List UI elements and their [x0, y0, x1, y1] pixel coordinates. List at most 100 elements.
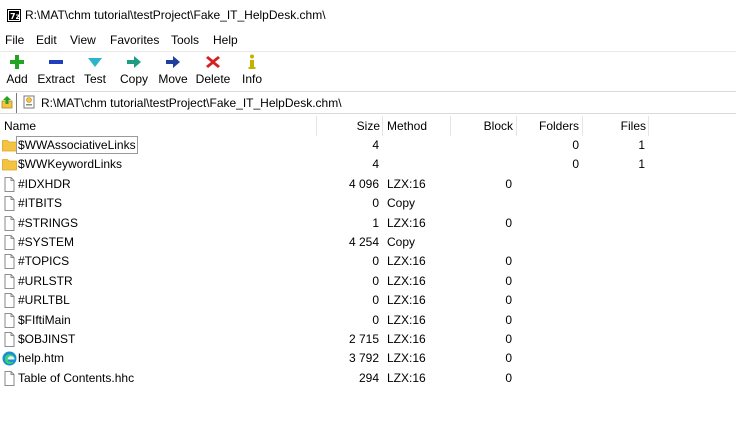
menu-view[interactable]: View: [70, 33, 96, 47]
copy-label: Copy: [119, 72, 148, 86]
column-method[interactable]: Method: [387, 116, 427, 136]
delete-button[interactable]: Delete: [195, 52, 231, 91]
move-button[interactable]: Move: [156, 52, 190, 91]
file-name: help.htm: [18, 351, 65, 366]
file-size: 4 096: [348, 176, 379, 191]
file-method: LZX:16: [387, 312, 426, 327]
file-name: #URLSTR: [18, 273, 73, 288]
file-size: 3 792: [348, 351, 379, 366]
file-size: 1: [372, 215, 379, 230]
file-name: #STRINGS: [18, 215, 79, 230]
extract-label: Extract: [37, 72, 75, 86]
file-folders: 0: [572, 157, 579, 172]
list-item[interactable]: $WWAssociativeLinks 4 0 1: [0, 136, 736, 155]
info-icon: [248, 54, 256, 69]
menu-favorites[interactable]: Favorites: [110, 33, 159, 47]
file-block: 0: [505, 273, 512, 288]
file-files: 1: [638, 138, 645, 152]
file-size: 0: [372, 196, 379, 211]
archive-icon: [23, 95, 35, 109]
file-icon: [4, 254, 15, 270]
file-size: 294: [358, 370, 379, 385]
file-block: 0: [505, 215, 512, 230]
menu-edit[interactable]: Edit: [36, 33, 57, 47]
column-divider[interactable]: [516, 116, 517, 136]
file-name: $WWAssociativeLinks: [16, 136, 138, 154]
list-item[interactable]: $FIftiMain 0 LZX:16 0: [0, 311, 736, 330]
extract-button[interactable]: Extract: [36, 52, 76, 91]
column-size[interactable]: Size: [357, 116, 380, 136]
info-button[interactable]: Info: [239, 52, 265, 91]
column-divider[interactable]: [382, 116, 383, 136]
path-input[interactable]: R:\MAT\chm tutorial\testProject\Fake_IT_…: [16, 93, 736, 113]
list-item[interactable]: #URLTBL 0 LZX:16 0: [0, 291, 736, 310]
file-icon: [4, 312, 15, 328]
column-block[interactable]: Block: [484, 116, 513, 136]
plus-icon: [10, 55, 24, 69]
check-down-icon: [88, 58, 102, 67]
file-block: 0: [505, 254, 512, 269]
file-size: 4 254: [348, 235, 379, 249]
list-item[interactable]: #TOPICS 0 LZX:16 0: [0, 252, 736, 271]
menu-help[interactable]: Help: [213, 33, 238, 47]
7zip-app-icon: 7z: [7, 9, 21, 22]
file-size: 2 715: [348, 332, 379, 346]
file-method: Copy: [387, 196, 416, 211]
delete-label: Delete: [195, 72, 231, 86]
test-label: Test: [83, 72, 106, 86]
list-item[interactable]: #URLSTR 0 LZX:16 0: [0, 272, 736, 291]
list-item[interactable]: $WWKeywordLinks 4 0 1: [0, 155, 736, 174]
test-button[interactable]: Test: [81, 52, 109, 91]
file-size: 0: [372, 293, 379, 308]
file-name: $FIftiMain: [18, 312, 71, 327]
svg-text:7z: 7z: [10, 12, 21, 21]
column-name[interactable]: Name: [4, 116, 36, 136]
file-folders: 0: [572, 138, 579, 152]
file-name: $OBJINST: [18, 332, 76, 346]
menu-tools[interactable]: Tools: [171, 33, 199, 47]
file-size: 0: [372, 254, 379, 269]
column-folders[interactable]: Folders: [539, 116, 579, 136]
column-divider[interactable]: [450, 116, 451, 136]
file-name: #SYSTEM: [18, 235, 75, 249]
toolbar: Add Extract Test Copy Move Delete Info: [0, 51, 736, 91]
list-item[interactable]: #ITBITS 0 Copy: [0, 194, 736, 213]
path-text: R:\MAT\chm tutorial\testProject\Fake_IT_…: [41, 96, 342, 110]
minus-icon: [49, 60, 63, 64]
list-item[interactable]: help.htm 3 792 LZX:16 0: [0, 349, 736, 368]
list-item[interactable]: #IDXHDR 4 096 LZX:16 0: [0, 175, 736, 194]
copy-arrow-icon: [127, 56, 141, 68]
file-name: #IDXHDR: [18, 176, 71, 191]
column-divider[interactable]: [648, 116, 649, 136]
add-button[interactable]: Add: [2, 52, 32, 91]
file-files: 1: [638, 157, 645, 172]
file-icon: [4, 196, 15, 212]
list-item[interactable]: #SYSTEM 4 254 Copy: [0, 233, 736, 252]
copy-button[interactable]: Copy: [118, 52, 150, 91]
file-icon: [4, 293, 15, 309]
move-arrow-icon: [166, 56, 180, 68]
column-divider[interactable]: [316, 116, 317, 136]
list-item[interactable]: Table of Contents.hhc 294 LZX:16 0: [0, 369, 736, 388]
file-icon: [4, 215, 15, 231]
file-block: 0: [505, 293, 512, 308]
column-files[interactable]: Files: [621, 116, 646, 136]
file-icon: [4, 332, 15, 347]
file-method: LZX:16: [387, 273, 426, 288]
menu-file[interactable]: File: [5, 33, 24, 47]
up-folder-icon[interactable]: [1, 96, 13, 109]
delete-x-icon: [206, 56, 220, 68]
list-item[interactable]: #STRINGS 1 LZX:16 0: [0, 214, 736, 233]
column-header: Name Size Method Block Folders Files: [0, 116, 736, 136]
file-block: 0: [505, 312, 512, 327]
file-method: LZX:16: [387, 215, 426, 230]
list-item[interactable]: $OBJINST 2 715 LZX:16 0: [0, 330, 736, 349]
column-divider[interactable]: [582, 116, 583, 136]
file-icon: [4, 235, 15, 250]
file-name: #URLTBL: [18, 293, 70, 308]
file-method: LZX:16: [387, 293, 426, 308]
file-method: LZX:16: [387, 254, 426, 269]
window-title: R:\MAT\chm tutorial\testProject\Fake_IT_…: [25, 8, 326, 22]
file-size: 4: [372, 138, 379, 152]
move-label: Move: [158, 72, 188, 86]
